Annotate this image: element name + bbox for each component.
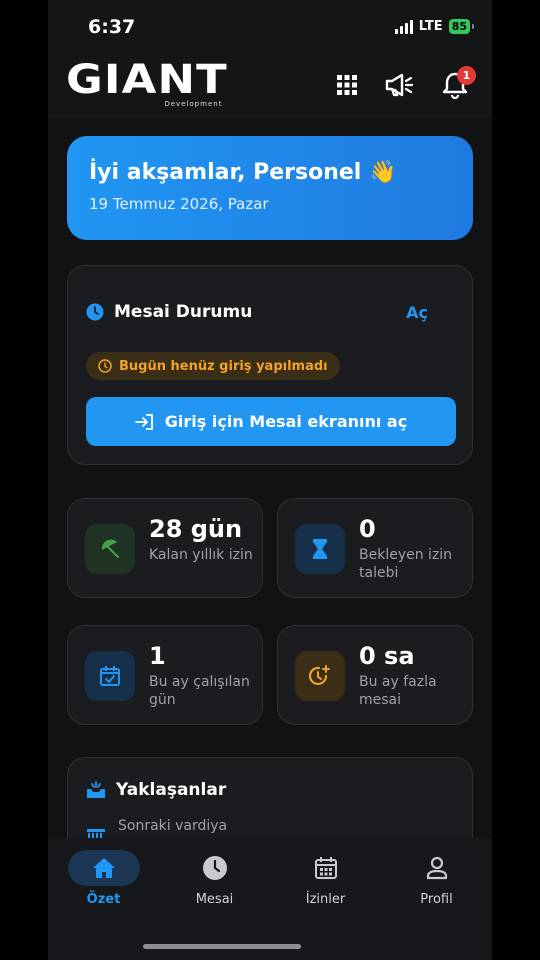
- next-shift-label: Sonraki vardiya: [118, 818, 228, 834]
- stat-label: Bu ay çalışılan gün: [149, 674, 250, 708]
- battery-icon: 85: [448, 19, 475, 34]
- login-icon: [134, 413, 153, 430]
- tab-mesai[interactable]: Mesai: [159, 850, 270, 907]
- open-mesai-button[interactable]: Giriş için Mesai ekranını aç: [86, 397, 456, 446]
- home-indicator[interactable]: [143, 944, 301, 949]
- upcoming-title-row: Yaklaşanlar: [86, 780, 226, 800]
- greeting-card: İyi akşamlar, Personel 👋 19 Temmuz 2026,…: [67, 136, 473, 240]
- stat-value: 1: [149, 642, 166, 670]
- clock-icon: [86, 303, 104, 321]
- app-screen: 6:37 LTE 85 GIANT Development 1 İyi akşa…: [48, 0, 492, 960]
- tab-ozet[interactable]: Özet: [48, 850, 159, 907]
- umbrella-icon: [85, 524, 135, 574]
- bottom-tab-bar: Özet Mesai İzinler Profil: [48, 838, 492, 960]
- apps-grid-icon[interactable]: [332, 70, 362, 100]
- stat-label: Bu ay fazla mesai: [359, 674, 437, 708]
- stat-value: 0: [359, 515, 376, 543]
- upcoming-icon: [87, 781, 105, 798]
- mesai-title: Mesai Durumu: [114, 302, 253, 322]
- tab-izinler[interactable]: İzinler: [270, 850, 381, 907]
- app-header: 6:37 LTE 85 GIANT Development 1: [48, 0, 492, 118]
- status-warning-badge: Bugün henüz giriş yapılmadı: [86, 352, 340, 380]
- home-icon: [67, 850, 140, 886]
- mesai-open-link[interactable]: Aç: [406, 303, 428, 322]
- alarm-add-icon: [295, 651, 345, 701]
- greeting-date: 19 Temmuz 2026, Pazar: [89, 195, 269, 213]
- logo-text: GIANT: [66, 57, 228, 103]
- tab-label: Özet: [86, 892, 121, 907]
- clock-outline-icon: [98, 359, 112, 373]
- calendar-icon: [290, 850, 362, 886]
- stat-card-worked-days[interactable]: 1 Bu ay çalışılan gün: [67, 625, 263, 725]
- status-indicators: LTE 85: [394, 19, 475, 34]
- tab-label: Mesai: [195, 892, 234, 907]
- notification-badge: 1: [457, 66, 476, 85]
- stat-label: Bekleyen izin talebi: [359, 547, 453, 581]
- giant-logo: GIANT Development: [66, 60, 227, 108]
- network-label: LTE: [418, 19, 443, 34]
- stat-card-pending-requests[interactable]: 0 Bekleyen izin talebi: [277, 498, 473, 598]
- hourglass-icon: [295, 524, 345, 574]
- signal-icon: [394, 19, 413, 34]
- greeting-title: İyi akşamlar, Personel 👋: [89, 160, 397, 185]
- open-mesai-label: Giriş için Mesai ekranını aç: [164, 412, 408, 431]
- tab-label: Profil: [420, 892, 453, 907]
- calendar-check-icon: [85, 651, 135, 701]
- notification-bell[interactable]: 1: [440, 66, 476, 100]
- stat-card-overtime[interactable]: 0 sa Bu ay fazla mesai: [277, 625, 473, 725]
- status-time: 6:37: [88, 16, 136, 38]
- megaphone-icon[interactable]: [384, 70, 414, 100]
- tab-label: İzinler: [305, 892, 346, 907]
- stat-label: Kalan yıllık izin: [149, 547, 253, 563]
- mesai-title-row: Mesai Durumu: [86, 302, 252, 322]
- tab-profil[interactable]: Profil: [381, 850, 492, 907]
- clock-icon: [179, 850, 251, 886]
- warning-text: Bugün henüz giriş yapılmadı: [119, 358, 328, 374]
- mesai-status-card: Mesai Durumu Aç Bugün henüz giriş yapılm…: [67, 265, 473, 465]
- stat-card-annual-leave[interactable]: 28 gün Kalan yıllık izin: [67, 498, 263, 598]
- stat-value: 28 gün: [149, 515, 243, 543]
- logo-subtitle: Development: [164, 100, 223, 108]
- stat-value: 0 sa: [359, 642, 415, 670]
- person-icon: [401, 850, 473, 886]
- upcoming-title: Yaklaşanlar: [116, 780, 227, 800]
